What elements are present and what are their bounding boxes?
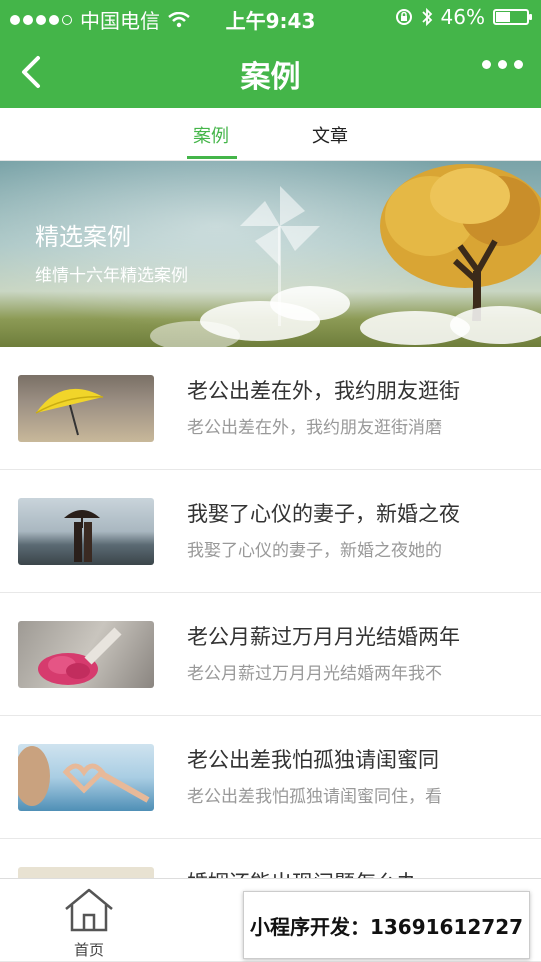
item-title: 老公出差在外，我约朋友逛街 [187,379,460,403]
nav-bar: 案例 [0,36,541,108]
banner-heading: 精选案例 [35,223,131,251]
item-title: 我娶了心仪的妻子，新婚之夜 [187,502,460,526]
bluetooth-icon [421,7,432,27]
thumbnail-flowers [18,621,154,688]
ad-banner[interactable]: 小程序开发：13691612727 [243,891,530,959]
tab-home[interactable]: 首页 [62,887,116,960]
case-list: 老公出差在外，我约朋友逛街 老公出差在外，我约朋友逛街消磨 我娶了心仪的妻子，新… [0,347,541,962]
more-icon[interactable] [482,60,523,69]
banner-subtitle: 维情十六年精选案例 [35,266,188,286]
thumbnail-umbrella [18,375,154,442]
item-desc: 老公出差在外，我约朋友逛街消磨 [187,418,442,438]
item-title: 老公月薪过万月月光结婚两年 [187,625,460,649]
list-item[interactable]: 老公出差我怕孤独请闺蜜同 老公出差我怕孤独请闺蜜同住，看 [0,716,541,839]
list-item[interactable]: 我娶了心仪的妻子，新婚之夜 我娶了心仪的妻子，新婚之夜她的 [0,470,541,593]
status-bar: 中国电信 上午9:43 46% [0,0,541,36]
featured-banner[interactable]: 精选案例 维情十六年精选案例 [0,161,541,347]
item-title: 老公出差我怕孤独请闺蜜同 [187,748,439,772]
thumbnail-couple-beach [18,498,154,565]
tab-articles[interactable]: 文章 [312,122,348,148]
list-item[interactable]: 老公月薪过万月月光结婚两年 老公月薪过万月月光结婚两年我不 [0,593,541,716]
tab-home-label: 首页 [73,941,104,959]
item-desc: 老公月薪过万月月光结婚两年我不 [187,664,442,684]
battery-icon [493,9,532,25]
battery-percent: 46% [440,5,485,29]
thumbnail-heart-hands [18,744,154,811]
orientation-lock-icon [395,9,412,25]
active-tab-indicator [187,156,237,159]
item-desc: 老公出差我怕孤独请闺蜜同住，看 [187,787,442,807]
tab-cases[interactable]: 案例 [193,122,229,148]
page-title: 案例 [240,60,301,95]
home-icon [65,888,113,932]
tab-bar: 案例 文章 [0,108,541,161]
list-item[interactable]: 老公出差在外，我约朋友逛街 老公出差在外，我约朋友逛街消磨 [0,347,541,470]
item-desc: 我娶了心仪的妻子，新婚之夜她的 [187,541,442,561]
